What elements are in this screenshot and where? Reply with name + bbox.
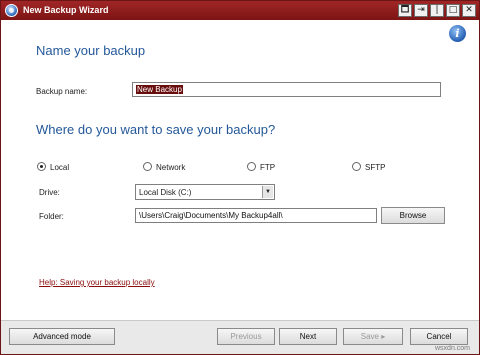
window-title: New Backup Wizard — [23, 5, 109, 15]
next-button[interactable]: Next — [279, 328, 337, 345]
drive-label: Drive: — [39, 188, 60, 197]
radio-network[interactable] — [143, 162, 152, 171]
title-bar[interactable]: New Backup Wizard 🗖 ⇥ | □ ✕ — [1, 1, 479, 20]
previous-button[interactable]: Previous — [217, 328, 275, 345]
app-icon — [5, 4, 18, 17]
minimize-button[interactable]: | — [430, 4, 444, 17]
radio-network-label[interactable]: Network — [156, 163, 185, 172]
radio-ftp-label[interactable]: FTP — [260, 163, 275, 172]
save-location-heading: Where do you want to save your backup? — [36, 122, 276, 137]
folder-input[interactable]: \Users\Craig\Documents\My Backup4all\ — [135, 208, 377, 223]
backup-name-input[interactable]: New Backup — [132, 82, 441, 97]
help-link[interactable]: Help: Saving your backup locally — [39, 278, 155, 287]
tile-icon[interactable]: 🗖 — [398, 4, 412, 17]
browse-button[interactable]: Browse — [381, 207, 445, 224]
backup-name-label: Backup name: — [36, 87, 88, 96]
backup-name-value: New Backup — [136, 85, 183, 94]
radio-sftp-label[interactable]: SFTP — [365, 163, 385, 172]
advanced-mode-button[interactable]: Advanced mode — [9, 328, 115, 345]
radio-ftp[interactable] — [247, 162, 256, 171]
wizard-window: New Backup Wizard 🗖 ⇥ | □ ✕ i Name your … — [0, 0, 480, 355]
info-icon[interactable]: i — [449, 25, 466, 42]
maximize-button[interactable]: □ — [446, 4, 460, 17]
drive-select[interactable]: Local Disk (C:) ▼ — [135, 184, 275, 200]
radio-local-label[interactable]: Local — [50, 163, 69, 172]
drive-select-value: Local Disk (C:) — [139, 188, 192, 197]
folder-value: \Users\Craig\Documents\My Backup4all\ — [139, 211, 283, 220]
folder-label: Folder: — [39, 212, 64, 221]
radio-local[interactable] — [37, 162, 46, 171]
watermark: wsxdn.com — [435, 345, 471, 352]
radio-sftp[interactable] — [352, 162, 361, 171]
save-button[interactable]: Save ▸ — [343, 328, 403, 345]
arrow-right-icon: ▸ — [381, 332, 386, 341]
name-backup-heading: Name your backup — [36, 43, 146, 58]
cancel-button[interactable]: Cancel — [410, 328, 468, 345]
pin-icon[interactable]: ⇥ — [414, 4, 428, 17]
close-button[interactable]: ✕ — [462, 4, 476, 17]
save-label: Save — [360, 332, 379, 341]
chevron-down-icon[interactable]: ▼ — [262, 186, 273, 198]
